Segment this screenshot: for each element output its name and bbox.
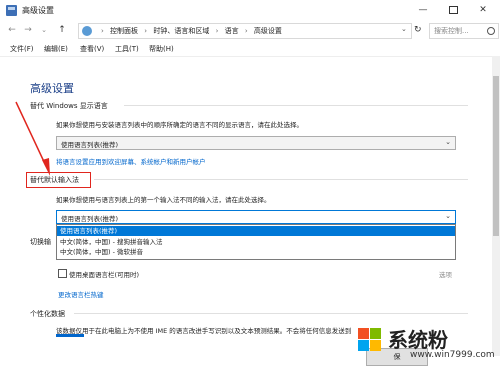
logo-quadrant [358,328,369,339]
desktop-language-bar-checkbox[interactable] [58,269,67,278]
forward-button[interactable]: → [22,23,34,37]
up-button[interactable]: ↑ [56,23,68,37]
breadcrumb-sep: › [144,27,148,35]
page-title: 高级设置 [30,82,74,95]
input-method-description: 如果你想使用与语言列表上的第一个输入法不同的输入法，请在此处选择。 [56,196,271,204]
language-bar-options-link[interactable]: 选项 [439,269,452,279]
maximize-icon [448,5,458,14]
change-language-bar-hotkeys-link[interactable]: 更改语言栏热键 [58,289,104,299]
search-icon [487,27,495,35]
title-bar: 高级设置 — ✕ [0,0,500,22]
privacy-link[interactable] [56,334,84,337]
annotation-arrow-icon [15,101,50,176]
breadcrumb-sep: › [244,27,248,35]
option-use-language-list[interactable]: 使用语言列表(推荐) [57,226,455,236]
divider [94,179,468,180]
watermark-url: www.win7999.com [410,350,495,360]
address-history-icon[interactable]: ⌄ [401,25,407,33]
recent-locations-button[interactable]: ⌄ [38,23,50,37]
option-sogou-pinyin[interactable]: 中文(简体，中国) - 搜狗拼音输入法 [57,237,455,247]
menu-tools[interactable]: 工具(T) [115,44,139,54]
annotation-highlight-box [26,172,91,188]
breadcrumb-language[interactable]: 语言 [225,27,239,35]
display-language-description: 如果你想使用与安装语言列表中的顺序所确定的语言不同的显示语言，请在此处选择。 [56,121,303,129]
scrollbar-thumb[interactable] [493,76,499,236]
advanced-settings-window: 高级设置 — ✕ ← → ⌄ ↑ › 控制面板 › 时钟、语言和区域 › 语言 … [0,0,500,377]
display-language-selected: 使用语言列表(推荐) [61,141,119,149]
personalization-heading: 个性化数据 [30,310,65,318]
breadcrumb-clock-language-region[interactable]: 时钟、语言和区域 [153,27,209,35]
breadcrumb-control-panel[interactable]: 控制面板 [110,27,138,35]
breadcrumb-sep: › [215,27,219,35]
input-method-dropdown-list[interactable]: 使用语言列表(推荐) 中文(简体，中国) - 搜狗拼音输入法 中文(简体，中国)… [56,224,456,260]
divider [74,313,468,314]
switch-input-heading: 切换输 [30,238,51,246]
option-label: 使用语言列表(推荐) [60,227,118,235]
navigation-bar: ← → ⌄ ↑ › 控制面板 › 时钟、语言和区域 › 语言 › 高级设置 ⌄ … [0,22,500,40]
option-label: 中文(简体，中国) - 搜狗拼音输入法 [60,238,163,246]
desktop-language-bar-label: 使用桌面语言栏(可用时) [69,271,140,279]
menu-view[interactable]: 查看(V) [80,44,104,54]
windows-logo-icon [358,328,382,352]
control-panel-icon [82,26,92,36]
chevron-down-icon: ⌄ [445,138,451,146]
menu-bar: 文件(F) 编辑(E) 查看(V) 工具(T) 帮助(H) [0,42,500,56]
search-placeholder: 搜索控制... [434,27,469,35]
menu-help[interactable]: 帮助(H) [149,44,174,54]
logo-quadrant [370,340,381,351]
control-panel-icon [6,5,17,16]
address-bar[interactable]: › 控制面板 › 时钟、语言和区域 › 语言 › 高级设置 [78,23,412,39]
option-label: 中文(简体，中国) - 微软拼音 [60,248,144,256]
logo-quadrant [370,328,381,339]
refresh-button[interactable]: ↻ [414,25,422,35]
display-language-select[interactable]: 使用语言列表(推荐) ⌄ [56,136,456,150]
divider [124,105,468,106]
back-button[interactable]: ← [6,23,18,37]
option-microsoft-pinyin[interactable]: 中文(简体，中国) - 微软拼音 [57,247,455,257]
breadcrumb: › 控制面板 › 时钟、语言和区域 › 语言 › 高级设置 [97,26,282,36]
input-method-selected: 使用语言列表(推荐) [61,215,119,223]
breadcrumb-advanced-settings[interactable]: 高级设置 [254,27,282,35]
breadcrumb-sep: › [101,27,104,35]
menu-edit[interactable]: 编辑(E) [44,44,68,54]
menu-file[interactable]: 文件(F) [10,44,34,54]
chevron-down-icon: ⌄ [445,212,451,220]
watermark-text: 系统粉 [388,328,448,352]
close-button[interactable]: ✕ [468,0,498,20]
logo-quadrant [358,340,369,351]
maximize-button[interactable] [438,0,468,20]
input-method-select[interactable]: 使用语言列表(推荐) ⌄ [56,210,456,224]
window-title: 高级设置 [22,6,54,15]
apply-to-welcome-screen-link[interactable]: 将语言设置应用到欢迎屏幕、系统帐户和新用户帐户 [56,156,206,166]
minimize-button[interactable]: — [408,0,438,20]
search-input[interactable]: 搜索控制... [429,23,499,39]
vertical-scrollbar[interactable] [492,56,500,356]
